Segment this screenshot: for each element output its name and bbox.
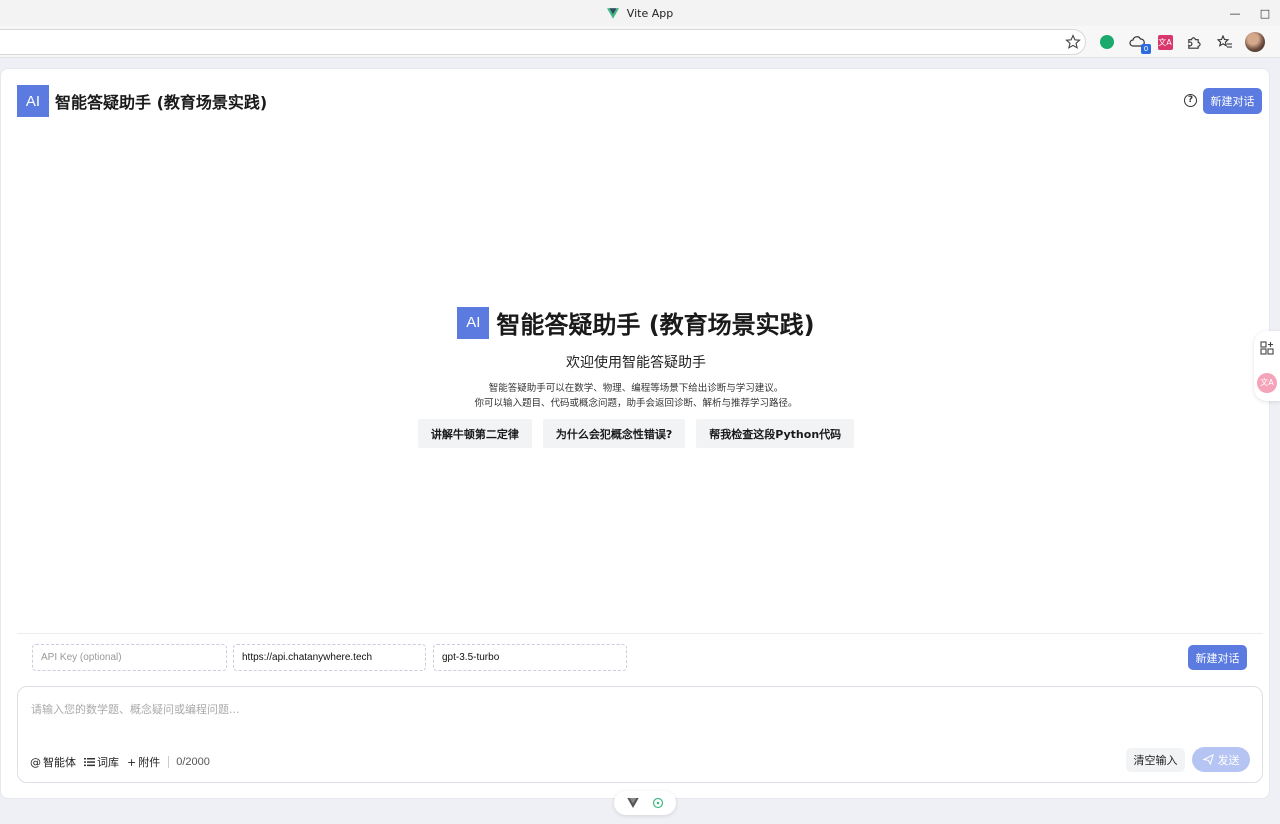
- lexicon-button[interactable]: 词库: [84, 754, 119, 770]
- address-bar[interactable]: [0, 29, 1086, 55]
- config-new-chat-button[interactable]: 新建对话: [1188, 645, 1247, 670]
- suggestion-chip-newton[interactable]: 讲解牛顿第二定律: [417, 419, 532, 448]
- browser-tab-title: Vite App: [626, 6, 674, 20]
- send-icon: [1202, 754, 1214, 765]
- model-input[interactable]: gpt-3.5-turbo: [433, 644, 627, 671]
- apps-icon[interactable]: [1260, 341, 1274, 355]
- translate-icon[interactable]: 文A: [1257, 373, 1277, 393]
- api-key-input[interactable]: API Key (optional): [32, 644, 227, 671]
- extensions-puzzle-icon[interactable]: [1184, 33, 1202, 51]
- suggestion-chip-concept-error[interactable]: 为什么会犯概念性错误?: [542, 419, 686, 448]
- extension-cloud-icon[interactable]: 0: [1128, 33, 1151, 54]
- send-button[interactable]: 发送: [1192, 747, 1250, 772]
- suggestion-chip-python-check[interactable]: 帮我检查这段Python代码: [696, 419, 855, 448]
- minimize-button[interactable]: —: [1220, 0, 1250, 26]
- lexicon-label: 词库: [97, 756, 119, 769]
- base-url-input[interactable]: https://api.chatanywhere.tech: [233, 644, 426, 671]
- app-container: AI 智能答疑助手 (教育场景实践) ? 新建对话 AI 智能答疑助手 (教育场…: [0, 68, 1270, 799]
- browser-titlebar: Vite App — □: [0, 0, 1280, 26]
- welcome-desc-line: 智能答疑助手可以在数学、物理、编程等场景下给出诊断与学习建议。: [488, 383, 784, 394]
- header-new-chat-button[interactable]: 新建对话: [1203, 88, 1262, 114]
- side-tools: 文A: [1254, 331, 1280, 401]
- divider: [17, 633, 1263, 634]
- page-title: 智能答疑助手 (教育场景实践): [55, 93, 268, 112]
- toolbar-separator: [168, 756, 170, 768]
- help-icon[interactable]: ?: [1184, 94, 1197, 107]
- extension-badge: 0: [1141, 44, 1151, 54]
- favorites-icon[interactable]: [1216, 33, 1234, 51]
- vue-devtools-icon[interactable]: [626, 798, 639, 808]
- vue-logo-icon: [606, 7, 619, 19]
- extension-green-icon[interactable]: [1098, 33, 1116, 51]
- clear-input-button[interactable]: 清空输入: [1126, 748, 1185, 772]
- composer-toolbar: @ 智能体 词库 + 附件 0/2000: [30, 754, 210, 770]
- send-label: 发送: [1217, 753, 1240, 767]
- welcome-desc-line: 你可以输入题目、代码或概念问题，助手会返回诊断、解析与推荐学习路径。: [474, 398, 798, 409]
- list-icon: [84, 758, 95, 767]
- bookmark-star-icon[interactable]: [1065, 34, 1081, 50]
- welcome-description: 智能答疑助手可以在数学、物理、编程等场景下给出诊断与学习建议。 你可以输入题目、…: [474, 381, 797, 411]
- browser-tab[interactable]: Vite App: [606, 6, 674, 20]
- plus-icon: +: [127, 755, 137, 769]
- suggestion-list: 讲解牛顿第二定律 为什么会犯概念性错误? 帮我检查这段Python代码: [417, 419, 855, 448]
- welcome-ai-logo: AI: [457, 306, 490, 339]
- at-icon: @: [30, 755, 41, 769]
- maximize-button[interactable]: □: [1250, 0, 1280, 26]
- profile-avatar[interactable]: [1245, 32, 1265, 52]
- attach-label: 附件: [138, 756, 161, 769]
- app-header: AI 智能答疑助手 (教育场景实践): [17, 85, 267, 117]
- agent-button[interactable]: @ 智能体: [30, 754, 76, 770]
- message-composer[interactable]: 请输入您的数学题、概念疑问或编程问题... @ 智能体 词库 + 附件 0/20…: [17, 686, 1263, 783]
- browser-toolbar: [0, 26, 1280, 58]
- char-count: 0/2000: [176, 756, 210, 768]
- message-input[interactable]: 请输入您的数学题、概念疑问或编程问题...: [31, 701, 240, 717]
- attach-button[interactable]: + 附件: [127, 754, 160, 770]
- welcome-subtitle: 欢迎使用智能答疑助手: [566, 355, 706, 371]
- inspect-target-icon[interactable]: [652, 797, 664, 809]
- ai-logo: AI: [17, 85, 49, 117]
- welcome-panel: AI 智能答疑助手 (教育场景实践) 欢迎使用智能答疑助手 智能答疑助手可以在数…: [1, 305, 1271, 448]
- extension-translate-icon[interactable]: 文A: [1156, 33, 1174, 51]
- agent-label: 智能体: [43, 756, 76, 769]
- welcome-title: 智能答疑助手 (教育场景实践): [496, 311, 815, 339]
- floating-toolbar: [614, 791, 676, 815]
